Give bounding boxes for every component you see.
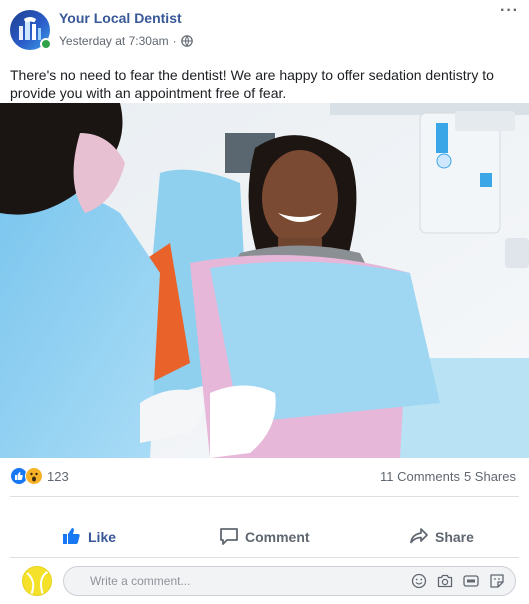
share-arrow-icon [409, 527, 429, 548]
online-status-dot [40, 38, 52, 50]
comments-shares: 11 Comments 5 Shares [380, 469, 516, 484]
comment-label: Comment [245, 529, 310, 545]
post-meta: Yesterday at 7:30am · [59, 34, 193, 48]
meta-separator: · [172, 34, 177, 48]
shares-count-link[interactable]: 5 Shares [464, 469, 516, 484]
comments-count-link[interactable]: 11 Comments [380, 469, 460, 484]
post-photo[interactable] [0, 103, 529, 458]
dental-clinic-photo [0, 103, 529, 458]
user-avatar[interactable] [22, 566, 52, 596]
like-label: Like [88, 529, 117, 545]
wow-reaction-icon [25, 467, 43, 485]
comment-placeholder: Write a comment... [90, 574, 191, 588]
share-button[interactable]: Share [409, 523, 474, 551]
like-button[interactable]: Like [62, 523, 116, 551]
post-header: Your Local Dentist Yesterday at 7:30am ·… [0, 0, 529, 60]
comment-button[interactable]: Comment [219, 523, 310, 551]
post-text: There's no need to fear the dentist! We … [10, 67, 494, 101]
share-label: Share [435, 529, 474, 545]
comment-bubble-icon [219, 526, 239, 549]
sticker-icon[interactable] [489, 573, 505, 589]
gif-icon[interactable] [463, 573, 479, 589]
reactions-summary[interactable]: 123 [10, 467, 69, 485]
divider [10, 557, 519, 558]
post-timestamp[interactable]: Yesterday at 7:30am [59, 34, 169, 48]
divider [10, 496, 519, 497]
more-options-icon[interactable]: ··· [500, 2, 519, 20]
composer-icons [411, 573, 505, 589]
reaction-count: 123 [47, 468, 69, 484]
globe-icon[interactable] [180, 35, 193, 47]
emoji-icon[interactable] [411, 573, 427, 589]
comment-input[interactable]: Write a comment... [63, 566, 516, 596]
camera-icon[interactable] [437, 573, 453, 589]
thumbs-up-icon [62, 527, 82, 548]
tennis-ball-icon [26, 570, 50, 595]
page-name-link[interactable]: Your Local Dentist [59, 10, 182, 26]
